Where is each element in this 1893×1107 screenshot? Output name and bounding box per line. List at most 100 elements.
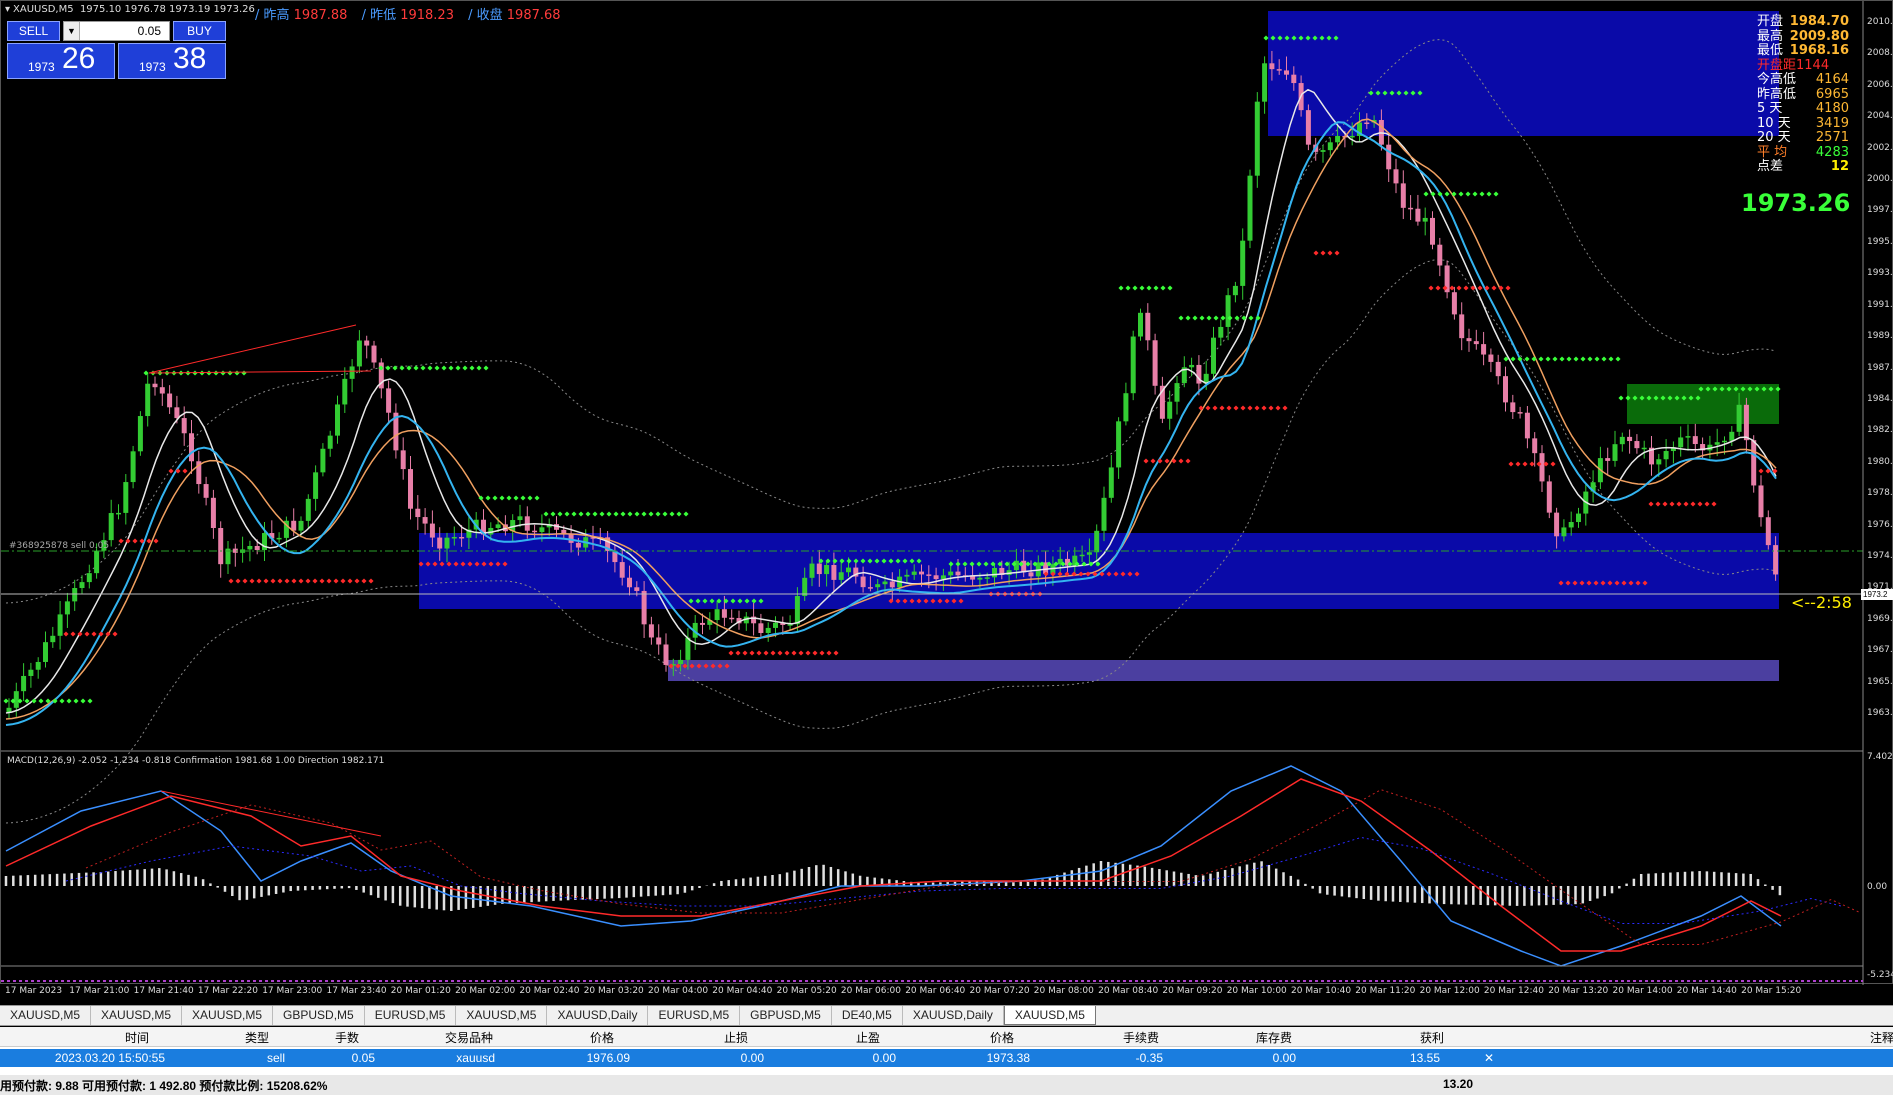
summary-text: 用预付款: 9.88 可用预付款: 1 492.80 预付款比例: 15208.… (0, 1079, 328, 1093)
candle-body (992, 567, 997, 578)
time-tick-label: 17 Mar 21:00 (69, 986, 130, 996)
candle-body (1751, 440, 1757, 486)
signal-dot (1711, 501, 1717, 507)
lot-size-value[interactable]: 0.05 (138, 24, 161, 38)
candle-body (816, 563, 822, 575)
lot-size-input[interactable]: ▼ 0.05 (63, 21, 170, 41)
price-tick-label: 1989.2 (1867, 331, 1893, 342)
candle-body (1736, 404, 1742, 432)
candle-body (305, 498, 311, 521)
candle-body (386, 388, 392, 413)
column-header[interactable]: 价格 (990, 1029, 1014, 1046)
sell-price-button[interactable]: 1973 26 (7, 42, 115, 79)
signal-dot (1465, 191, 1471, 197)
tab-chart[interactable]: GBPUSD,M5 (740, 1006, 832, 1025)
stat-value: 4164 (1815, 72, 1849, 87)
column-header[interactable]: 时间 (125, 1029, 149, 1046)
sell-button[interactable]: SELL (7, 21, 60, 41)
signal-dot (1486, 191, 1492, 197)
signal-dot (506, 495, 512, 501)
column-header[interactable]: 交易品种 (445, 1029, 493, 1046)
stat-key: 平 均 (1757, 144, 1788, 160)
signal-dot (66, 698, 72, 704)
signal-dot (571, 511, 577, 517)
stat-row: 点差 12 (1757, 159, 1849, 175)
stat-row: 最高 2009.80 (1757, 29, 1849, 45)
column-header[interactable]: 获利 (1420, 1029, 1444, 1046)
chevron-down-icon[interactable]: ▼ (64, 22, 80, 40)
order-line-label[interactable]: #368925878 sell 0.05 (9, 541, 109, 551)
tab-chart[interactable]: XAUUSD,M5 (182, 1006, 274, 1025)
column-header[interactable]: 手续费 (1123, 1029, 1159, 1046)
buy-price-button[interactable]: 1973 38 (118, 42, 226, 79)
signal-dot (1160, 285, 1166, 291)
tab-chart[interactable]: XAUUSD,Daily (547, 1006, 649, 1025)
candle-body (1269, 63, 1275, 70)
tab-chart[interactable]: DE40,M5 (832, 1006, 903, 1025)
signal-dot (791, 650, 797, 656)
signal-dot (1697, 501, 1703, 507)
price-chart[interactable]: ▾ XAUUSD,M5 1975.10 1976.78 1973.19 1973.… (0, 0, 1893, 996)
tab-chart[interactable]: XAUUSD,M5 (91, 1006, 183, 1025)
candle-body (57, 614, 63, 636)
tab-chart[interactable]: GBPUSD,M5 (273, 1006, 365, 1025)
tab-chart[interactable]: XAUUSD,M5 (0, 1006, 92, 1025)
signal-dot (448, 365, 454, 371)
column-header[interactable]: 价格 (590, 1029, 614, 1046)
column-header[interactable]: 库存费 (1256, 1029, 1292, 1046)
candle-body (1276, 69, 1282, 71)
candle-body (1729, 431, 1735, 441)
chart-canvas[interactable] (1, 1, 1893, 985)
signal-dot (742, 650, 748, 656)
candle-body (1086, 552, 1092, 555)
candle-body (1503, 376, 1508, 403)
buy-button[interactable]: BUY (173, 21, 226, 41)
tab-chart[interactable]: XAUUSD,Daily (903, 1006, 1004, 1025)
candle-body (1568, 522, 1574, 528)
candle-body (1685, 436, 1691, 438)
signal-dot (485, 495, 491, 501)
signal-dot (249, 578, 255, 584)
tab-chart[interactable]: XAUUSD,M5 (1003, 1006, 1096, 1025)
table-cell: 0.00 (872, 1051, 896, 1065)
column-header[interactable]: 类型 (245, 1029, 269, 1046)
column-header[interactable]: 注释 (1870, 1029, 1893, 1046)
candle-body (320, 448, 326, 473)
stat-key: 5 天 (1757, 101, 1783, 116)
tab-chart[interactable]: XAUUSD,M5 (456, 1006, 548, 1025)
signal-dot (798, 650, 804, 656)
candle-body (1101, 497, 1107, 531)
signal-dot (513, 495, 519, 501)
signal-dot (1515, 461, 1521, 467)
signal-dot (284, 578, 290, 584)
table-cell: 1973.38 (986, 1051, 1030, 1065)
buy-price-prefix: 1973 (139, 60, 166, 74)
stat-key: 今高低 (1757, 72, 1797, 87)
candle-body (1576, 513, 1581, 523)
column-header[interactable]: 手数 (335, 1029, 359, 1046)
price-tick-label: 1997.5 (1867, 205, 1893, 216)
signal-dot (1529, 461, 1535, 467)
column-header[interactable]: 止盈 (856, 1029, 880, 1046)
signal-dot (1552, 356, 1558, 362)
tab-chart[interactable]: EURUSD,M5 (365, 1006, 457, 1025)
signal-dot (728, 650, 734, 656)
candle-body (1393, 169, 1399, 184)
table-row[interactable]: 2023.03.20 15:50:55 sell 0.05 xauusd 1976.09… (0, 1049, 1893, 1067)
signal-dot (1219, 405, 1225, 411)
candle-body (1130, 336, 1136, 394)
candle-body (1408, 207, 1414, 210)
signal-dot (669, 511, 675, 517)
signal-dot (462, 365, 468, 371)
tab-chart[interactable]: EURUSD,M5 (648, 1006, 741, 1025)
candle-body (437, 537, 443, 549)
signal-dot (1282, 405, 1288, 411)
signal-dot (1132, 285, 1138, 291)
close-icon[interactable]: ✕ (1484, 1051, 1494, 1065)
bar-countdown: <--2:58 (1791, 593, 1852, 612)
candle-body (904, 574, 910, 577)
signal-dot (655, 511, 661, 517)
signal-dot (1268, 405, 1274, 411)
column-header[interactable]: 止损 (724, 1029, 748, 1046)
signal-dot (1594, 356, 1600, 362)
